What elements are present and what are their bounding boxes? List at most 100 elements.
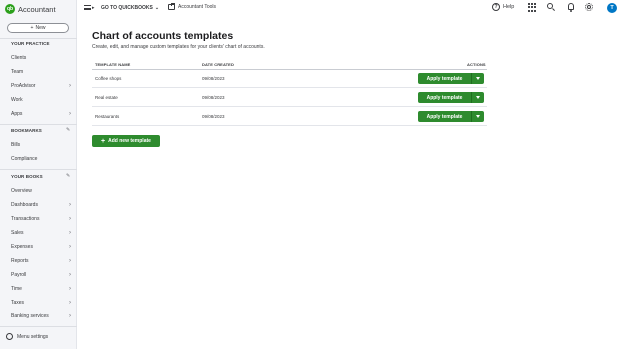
- accountant-tools-button[interactable]: Accountant Tools: [168, 3, 216, 10]
- column-header-actions: ACTIONS: [467, 62, 486, 67]
- menu-settings-button[interactable]: Menu settings: [6, 333, 48, 340]
- sidebar-section-your-practice: YOUR PRACTICE: [11, 41, 50, 46]
- chevron-right-icon: ›: [69, 313, 71, 319]
- chevron-right-icon: ›: [69, 300, 71, 306]
- sidebar-item-overview[interactable]: Overview: [11, 187, 73, 195]
- sidebar-item-label: Banking services: [11, 313, 49, 319]
- chevron-down-icon: [476, 96, 480, 99]
- sidebar-item-label: Transactions: [11, 216, 40, 222]
- sidebar-item-transactions[interactable]: Transactions ›: [11, 215, 73, 223]
- sidebar-item-label: Team: [11, 69, 24, 75]
- help-icon: ?: [492, 3, 500, 11]
- apply-template-button[interactable]: Apply template: [418, 111, 471, 122]
- table-row: Restaurants 09/08/2023 Apply template: [92, 108, 487, 126]
- sidebar-item-label: Apps: [11, 111, 23, 117]
- add-new-template-button[interactable]: + Add new template: [92, 135, 160, 147]
- add-new-template-label: Add new template: [108, 138, 151, 144]
- notifications-bell-icon[interactable]: [567, 3, 576, 12]
- sidebar-item-label: Compliance: [11, 156, 38, 162]
- template-name-cell[interactable]: Restaurants: [95, 114, 119, 119]
- help-button[interactable]: ? Help: [492, 3, 514, 11]
- chevron-right-icon: ›: [69, 286, 71, 292]
- sidebar-item-work[interactable]: Work: [11, 96, 73, 104]
- sidebar-item-team[interactable]: Team: [11, 68, 73, 76]
- apply-template-split-button: Apply template: [418, 111, 484, 122]
- chevron-right-icon: ›: [69, 272, 71, 278]
- menu-settings-label: Menu settings: [17, 333, 49, 340]
- page-title: Chart of accounts templates: [92, 30, 234, 42]
- apply-template-button[interactable]: Apply template: [418, 73, 471, 84]
- help-label: Help: [503, 4, 515, 10]
- sidebar-item-apps[interactable]: Apps ›: [11, 110, 73, 118]
- brand-logo[interactable]: qb Accountant: [5, 4, 56, 14]
- date-created-cell: 09/08/2023: [202, 76, 225, 81]
- sidebar-item-dashboards[interactable]: Dashboards ›: [11, 201, 73, 209]
- sidebar-section-bookmarks: BOOKMARKS: [11, 128, 42, 133]
- apply-template-menu-button[interactable]: [471, 73, 484, 84]
- column-header-date-created[interactable]: DATE CREATED: [202, 62, 234, 67]
- chevron-down-icon: [476, 77, 480, 80]
- app-root: qb Accountant + New YOUR PRACTICE Client…: [0, 0, 624, 349]
- apply-template-menu-button[interactable]: [471, 111, 484, 122]
- settings-gear-icon[interactable]: [585, 3, 594, 12]
- apps-grid-icon[interactable]: [528, 3, 537, 12]
- template-name-cell[interactable]: Real estate: [95, 95, 118, 100]
- sidebar-item-label: Overview: [11, 188, 32, 194]
- chevron-right-icon: ›: [69, 258, 71, 264]
- go-to-quickbooks-label: GO TO QUICKBOOKS: [101, 5, 153, 11]
- hamburger-menu-icon[interactable]: [84, 5, 91, 10]
- apply-template-split-button: Apply template: [418, 92, 484, 103]
- sidebar-item-proadvisor[interactable]: ProAdvisor ›: [11, 82, 73, 90]
- chevron-right-icon: ›: [69, 230, 71, 236]
- sidebar-divider: [0, 169, 77, 170]
- table-row: Coffee shops 09/08/2023 Apply template: [92, 70, 487, 88]
- chevron-right-icon: ›: [69, 216, 71, 222]
- table-row: Real estate 09/08/2023 Apply template: [92, 89, 487, 107]
- sidebar-item-label: Work: [11, 97, 23, 103]
- sidebar-item-banking-services[interactable]: Banking services ›: [11, 312, 73, 320]
- date-created-cell: 09/08/2023: [202, 114, 225, 119]
- sidebar-item-label: Bills: [11, 142, 21, 148]
- chevron-right-icon: ›: [69, 202, 71, 208]
- apply-template-button[interactable]: Apply template: [418, 92, 471, 103]
- sidebar-item-label: Reports: [11, 258, 29, 264]
- date-created-cell: 09/08/2023: [202, 95, 225, 100]
- chevron-right-icon: ›: [69, 111, 71, 117]
- sidebar-item-expenses[interactable]: Expenses ›: [11, 243, 73, 251]
- chevron-right-icon: ›: [69, 83, 71, 89]
- new-button[interactable]: + New: [7, 23, 69, 33]
- sidebar-item-clients[interactable]: Clients: [11, 54, 73, 62]
- gear-icon: [6, 333, 13, 340]
- sidebar-section-your-books: YOUR BOOKS: [11, 174, 43, 179]
- apply-template-split-button: Apply template: [418, 73, 484, 84]
- go-to-quickbooks-dropdown[interactable]: GO TO QUICKBOOKS ⌄: [101, 5, 159, 11]
- sidebar-item-label: ProAdvisor: [11, 83, 36, 89]
- chevron-down-icon: ⌄: [154, 5, 160, 11]
- sidebar-item-taxes[interactable]: Taxes ›: [11, 299, 73, 307]
- accountant-tools-label: Accountant Tools: [178, 4, 216, 10]
- edit-your-books-icon[interactable]: ✎: [66, 174, 71, 179]
- plus-icon: +: [30, 25, 34, 31]
- sidebar-item-label: Dashboards: [11, 202, 38, 208]
- brand-name: Accountant: [18, 4, 56, 14]
- sidebar-item-sales[interactable]: Sales ›: [11, 229, 73, 237]
- sidebar-item-reports[interactable]: Reports ›: [11, 257, 73, 265]
- chevron-right-icon: ›: [69, 244, 71, 250]
- edit-bookmarks-icon[interactable]: ✎: [66, 128, 71, 133]
- sidebar-item-compliance[interactable]: Compliance: [11, 155, 73, 163]
- sidebar-item-label: Clients: [11, 55, 27, 61]
- sidebar-item-time[interactable]: Time ›: [11, 285, 73, 293]
- avatar[interactable]: T: [607, 3, 617, 13]
- apply-template-menu-button[interactable]: [471, 92, 484, 103]
- sidebar-item-bills[interactable]: Bills: [11, 141, 73, 149]
- briefcase-icon: [168, 3, 175, 10]
- column-header-template-name[interactable]: TEMPLATE NAME: [95, 62, 130, 67]
- sidebar-item-payroll[interactable]: Payroll ›: [11, 271, 73, 279]
- chevron-down-icon: [476, 115, 480, 118]
- top-bar: ▸ GO TO QUICKBOOKS ⌄ Accountant Tools ? …: [77, 0, 624, 17]
- sidebar-divider: [0, 326, 77, 327]
- sidebar-item-label: Time: [11, 286, 22, 292]
- search-icon[interactable]: [547, 3, 556, 12]
- new-button-label: New: [35, 25, 46, 31]
- template-name-cell[interactable]: Coffee shops: [95, 76, 121, 81]
